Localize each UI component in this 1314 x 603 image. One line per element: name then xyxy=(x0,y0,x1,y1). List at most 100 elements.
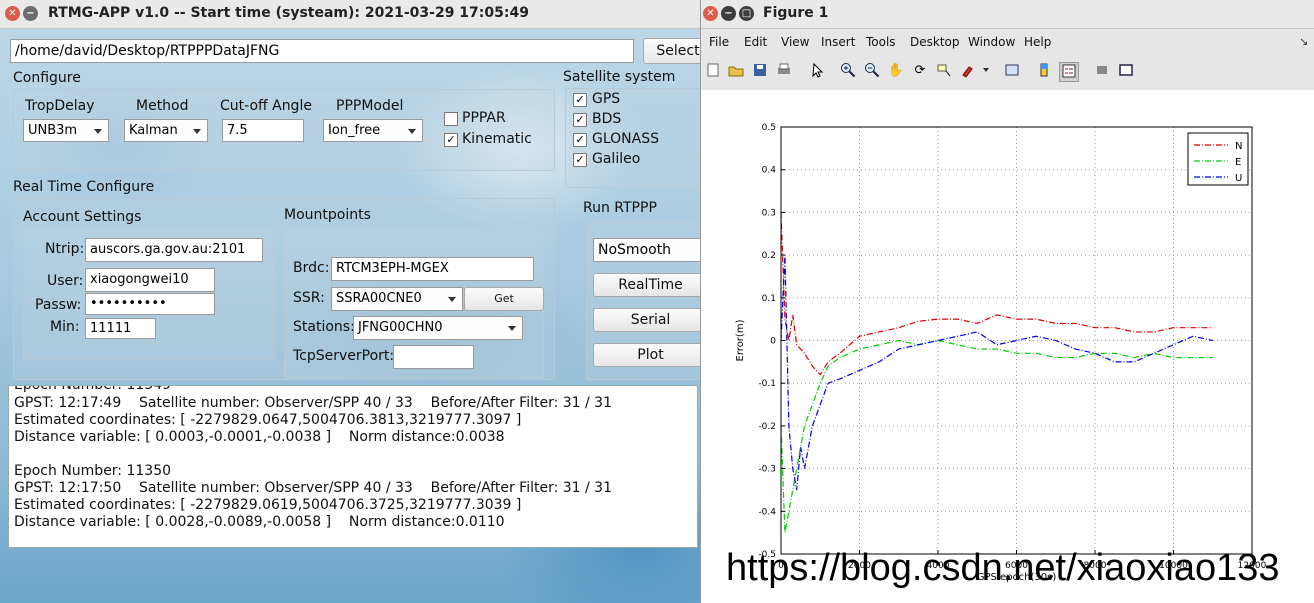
rtmg-app-window: ✕ − RTMG-APP v1.0 -- Start time (systeam… xyxy=(0,0,700,603)
bds-checkbox[interactable]: ✓ xyxy=(573,113,587,127)
menu-insert[interactable]: Insert xyxy=(821,35,855,49)
menu-file[interactable]: File xyxy=(709,35,729,49)
log-line: Distance variable: [ 0.0028,-0.0089,-0.0… xyxy=(14,514,505,530)
legend-label-E: E xyxy=(1235,157,1241,168)
log-line: Distance variable: [ 0.0003,-0.0001,-0.0… xyxy=(14,429,505,445)
new-icon[interactable] xyxy=(704,62,722,80)
menu-desktop[interactable]: Desktop xyxy=(910,35,960,49)
ssr-value: SSRA00CNE0 xyxy=(336,291,422,306)
pointer-icon[interactable] xyxy=(809,62,827,80)
figure-title: Figure 1 xyxy=(763,5,829,21)
minimize-icon[interactable]: − xyxy=(23,6,38,21)
plot-button[interactable]: Plot xyxy=(593,343,700,367)
run-heading: Run RTPPP xyxy=(583,200,657,216)
cutoff-label: Cut-off Angle xyxy=(220,98,312,114)
trop-select[interactable]: UNB3m xyxy=(23,119,109,142)
realtime-button[interactable]: RealTime xyxy=(593,273,700,297)
configure-heading: Configure xyxy=(13,70,81,86)
method-select[interactable]: Kalman xyxy=(124,119,208,142)
kinematic-checkbox[interactable]: ✓ xyxy=(444,133,458,147)
bds-label: BDS xyxy=(592,111,622,127)
series-E-line xyxy=(780,339,1213,533)
figure-window: ✕ − □ Figure 1 File Edit View Insert Too… xyxy=(700,0,1314,603)
chevron-down-icon xyxy=(448,297,456,302)
y-tick-label: 0 xyxy=(770,337,776,347)
pppar-checkbox[interactable] xyxy=(444,112,458,126)
dock-icon[interactable]: ↘ xyxy=(1299,35,1308,48)
link-icon[interactable] xyxy=(1003,62,1021,80)
log-line: GPST: 12:17:50 Satellite number: Observe… xyxy=(14,480,612,496)
path-input[interactable]: /home/david/Desktop/RTPPPDataJFNG xyxy=(10,39,634,63)
brush-icon[interactable] xyxy=(959,62,977,80)
close-icon[interactable]: ✕ xyxy=(703,6,718,21)
get-button[interactable]: Get xyxy=(464,287,544,311)
maximize-icon[interactable]: □ xyxy=(739,6,754,21)
satellite-heading: Satellite system xyxy=(563,69,676,85)
stations-select[interactable]: JFNG00CHN0 xyxy=(353,316,523,340)
log-line: Estimated coordinates: [ -2279829.0647,5… xyxy=(14,412,522,428)
menu-edit[interactable]: Edit xyxy=(744,35,767,49)
open-icon[interactable] xyxy=(727,62,745,80)
legend-icon[interactable] xyxy=(1059,62,1079,82)
brdc-label: Brdc: xyxy=(293,260,330,276)
ssr-select[interactable]: SSRA00CNE0 xyxy=(331,287,463,311)
gps-checkbox[interactable]: ✓ xyxy=(573,93,587,107)
print-icon[interactable] xyxy=(775,62,793,80)
series-N-line xyxy=(780,212,1213,376)
smooth-select[interactable]: NoSmooth xyxy=(593,238,700,262)
log-line: Estimated coordinates: [ -2279829.0619,5… xyxy=(14,497,522,513)
log-line: Epoch Number: 11349 xyxy=(14,385,172,393)
ntrip-label: Ntrip: xyxy=(45,241,85,257)
y-tick-label: -0.1 xyxy=(758,379,776,389)
y-axis-label: Error(m) xyxy=(735,319,746,361)
y-tick-label: -0.3 xyxy=(758,465,776,475)
rotate-icon[interactable]: ⟳ xyxy=(911,62,929,80)
min-input[interactable]: 11111 xyxy=(85,318,156,339)
log-output[interactable]: Epoch Number: 11349 GPST: 12:17:49 Satel… xyxy=(8,385,698,548)
serial-button[interactable]: Serial xyxy=(593,308,700,332)
pppmodel-value: Ion_free xyxy=(328,123,381,138)
password-input[interactable]: •••••••••• xyxy=(85,293,215,315)
zoom-in-icon[interactable] xyxy=(839,62,857,80)
user-label: User: xyxy=(47,273,84,289)
chart-legend: NEU xyxy=(1187,132,1249,186)
pan-icon[interactable]: ✋ xyxy=(887,62,905,80)
glonass-checkbox[interactable]: ✓ xyxy=(573,133,587,147)
select-button[interactable]: Select xyxy=(643,38,700,64)
error-chart[interactable]: 0 2000 4000 6000 8000 10000 12000-0.5-0.4-0.3-… xyxy=(701,90,1314,603)
galileo-checkbox[interactable]: ✓ xyxy=(573,153,587,167)
chevron-down-icon xyxy=(94,129,102,134)
datacursor-icon[interactable] xyxy=(935,62,953,80)
y-tick-label: 0.3 xyxy=(762,208,776,218)
close-icon[interactable]: ✕ xyxy=(5,6,20,21)
min-label: Min: xyxy=(50,319,80,335)
ntrip-input[interactable]: auscors.ga.gov.au:2101 xyxy=(85,238,263,262)
cutoff-input[interactable]: 7.5 xyxy=(222,119,304,142)
colorbar-icon[interactable] xyxy=(1035,62,1053,80)
menu-window[interactable]: Window xyxy=(968,35,1015,49)
trop-value: UNB3m xyxy=(28,123,78,138)
tcp-input[interactable] xyxy=(393,345,474,369)
save-icon[interactable] xyxy=(751,62,769,80)
figure-canvas: 0 2000 4000 6000 8000 10000 12000 -0.5 -0.4 -0.3-… xyxy=(701,90,1314,603)
menu-tools[interactable]: Tools xyxy=(866,35,896,49)
stations-value: JFNG00CHN0 xyxy=(358,320,443,335)
mountpoints-heading: Mountpoints xyxy=(284,207,371,223)
brdc-input[interactable]: RTCM3EPH-MGEX xyxy=(331,257,534,281)
brush-dropdown-icon[interactable] xyxy=(983,68,989,72)
chevron-down-icon xyxy=(193,129,201,134)
log-line: Epoch Number: 11350 xyxy=(14,463,172,479)
user-input[interactable]: xiaogongwei10 xyxy=(85,268,215,292)
passw-label: Passw: xyxy=(35,297,82,313)
pppmodel-select[interactable]: Ion_free xyxy=(323,119,423,142)
menu-help[interactable]: Help xyxy=(1024,35,1051,49)
show-plot-tools-icon[interactable] xyxy=(1117,62,1135,80)
hide-plot-tools-icon[interactable] xyxy=(1093,62,1111,80)
menu-view[interactable]: View xyxy=(781,35,809,49)
series-U-line xyxy=(780,255,1213,491)
title-bar: ✕ − RTMG-APP v1.0 -- Start time (systeam… xyxy=(0,0,700,29)
chevron-down-icon xyxy=(508,326,516,331)
series-lines xyxy=(780,212,1213,533)
minimize-icon[interactable]: − xyxy=(721,6,736,21)
zoom-out-icon[interactable] xyxy=(863,62,881,80)
